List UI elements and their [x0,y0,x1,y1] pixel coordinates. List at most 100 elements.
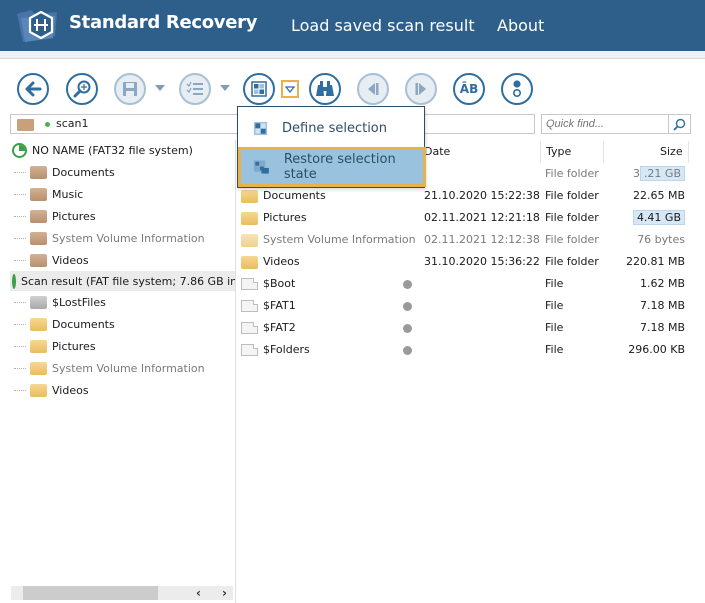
row-name: Pictures [263,211,307,224]
row-name: System Volume Information [263,233,416,246]
row-date: 02.11.2021 12:21:18 [424,211,540,224]
row-size: 7.18 MB [639,299,685,312]
save-dropdown-arrow[interactable] [155,85,165,91]
tree-item-lostfiles[interactable]: $LostFiles [10,292,235,312]
row-size: 3.21 GB [632,166,685,181]
column-header-type[interactable]: Type [546,145,571,158]
tree-item-label: $LostFiles [52,295,106,309]
scroll-right-icon[interactable]: › [222,586,227,600]
next-button[interactable] [405,73,437,105]
row-name: $FAT1 [263,299,296,312]
column-header-size[interactable]: Size [660,145,683,158]
load-saved-scan-link[interactable]: Load saved scan result [291,16,475,35]
folder-tree: NO NAME (FAT32 file system) Documents Mu… [10,140,236,603]
row-name: $FAT2 [263,321,296,334]
folder-icon [30,165,47,179]
app-logo-icon [17,10,57,42]
status-dot-icon [45,122,50,127]
info-button[interactable] [501,73,533,105]
tree-item-music[interactable]: Music [10,184,235,204]
table-row[interactable]: Documents 21.10.2020 15:22:38 File folde… [238,186,693,206]
tree-item-system-volume-information[interactable]: System Volume Information [10,358,235,378]
tree-item-label: Music [52,187,84,201]
column-divider[interactable] [603,141,604,163]
menu-item-define-selection[interactable]: Define selection [238,109,424,147]
row-name: Videos [263,255,300,268]
back-button[interactable] [17,73,49,105]
column-divider[interactable] [540,141,541,163]
restore-selection-icon [253,160,269,174]
tree-root-label: NO NAME (FAT32 file system) [32,143,193,157]
menu-item-label: Define selection [282,120,387,136]
table-row[interactable]: System Volume Information 02.11.2021 12:… [238,230,693,250]
tree-root-no-name[interactable]: NO NAME (FAT32 file system) [10,140,235,160]
drive-status-icon [12,142,27,158]
tree-connector [14,259,26,261]
tree-root-label: Scan result (FAT file system; 7.86 GB in… [21,274,235,288]
skip-back-icon [368,83,379,95]
define-selection-button[interactable] [243,73,275,105]
scan-button[interactable] [66,73,98,105]
table-row[interactable]: $FAT1 File 7.18 MB [238,296,693,316]
tree-root-scan-result[interactable]: Scan result (FAT file system; 7.86 GB in… [10,271,235,291]
encoding-button[interactable]: ĀB [453,73,485,105]
size-highlight: 4.41 GB [632,210,685,225]
row-type: File folder [545,211,599,224]
tree-item-label: Documents [52,165,115,179]
tree-item-pictures[interactable]: Pictures [10,206,235,226]
row-size: 220.81 MB [625,255,685,268]
tree-connector [14,367,26,369]
previous-button[interactable] [357,73,389,105]
app-header: Standard Recovery Load saved scan result… [0,0,705,51]
folder-icon [30,209,47,223]
find-button[interactable] [309,73,341,105]
row-size: 1.62 MB [639,277,685,290]
row-date: 02.11.2021 12:12:38 [424,233,540,246]
scrollbar-thumb[interactable] [23,586,158,600]
tree-item-documents[interactable]: Documents [10,314,235,334]
status-dot-icon [403,302,412,311]
table-row[interactable]: Videos 31.10.2020 15:36:22 File folder 2… [238,252,693,272]
column-header-date[interactable]: Date [424,145,450,158]
table-row[interactable]: $Boot File 1.62 MB [238,274,693,294]
scroll-left-icon[interactable]: ‹ [196,586,201,600]
menu-item-restore-selection-state[interactable]: Restore selection state [238,147,426,187]
save-button[interactable] [114,73,146,105]
folder-icon [241,256,258,269]
tree-item-pictures[interactable]: Pictures [10,336,235,356]
skip-forward-icon [415,83,426,95]
binoculars-icon [316,81,334,96]
about-link[interactable]: About [497,16,544,35]
row-type: File [545,277,564,290]
row-type: File folder [545,233,599,246]
tree-connector [14,345,26,347]
row-name: $Boot [263,277,296,290]
quick-find-button[interactable] [668,114,691,134]
tree-item-videos[interactable]: Videos [10,250,235,270]
select-button[interactable] [179,73,211,105]
row-size: 76 bytes [637,233,685,246]
size-prefix: 3 [632,167,640,180]
table-row[interactable]: $Folders File 296.00 KB [238,340,693,360]
magnifier-icon [73,80,91,98]
size-highlight: .21 GB [639,166,685,181]
file-icon [241,278,258,290]
tree-connector [14,389,26,391]
tree-connector [14,171,26,173]
column-divider[interactable] [688,141,689,163]
select-dropdown-arrow[interactable] [220,85,230,91]
tree-item-documents[interactable]: Documents [10,162,235,182]
header-divider [0,51,705,59]
tree-item-system-volume-information[interactable]: System Volume Information [10,228,235,248]
table-row[interactable]: $FAT2 File 7.18 MB [238,318,693,338]
tree-horizontal-scrollbar[interactable]: ‹ › [11,586,233,600]
tree-item-videos[interactable]: Videos [10,380,235,400]
tree-connector [14,215,26,217]
table-row[interactable]: Pictures 02.11.2021 12:21:18 File folder… [238,208,693,228]
selection-dropdown-toggle[interactable] [281,80,299,98]
folder-icon [30,317,47,331]
selection-dropdown-menu: Define selection Restore selection state [237,106,426,188]
quick-find-input[interactable] [541,114,669,134]
pane-divider[interactable] [235,140,236,603]
tree-item-label: System Volume Information [52,231,205,245]
